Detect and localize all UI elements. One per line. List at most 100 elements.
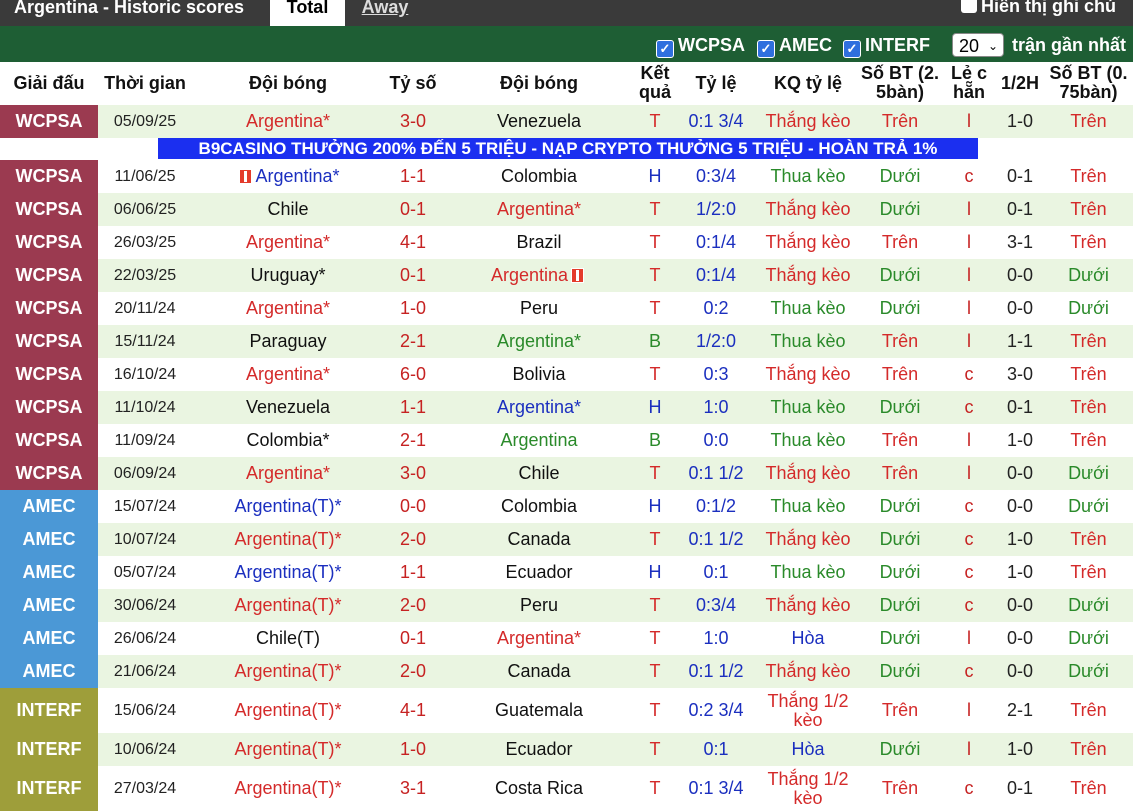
away-team[interactable]: Peru bbox=[442, 589, 636, 622]
show-note-checkbox[interactable] bbox=[961, 0, 977, 13]
away-team[interactable]: Argentina* bbox=[442, 193, 636, 226]
match-count-label: trận gần nhất bbox=[1012, 35, 1127, 55]
away-team[interactable]: Canada bbox=[442, 523, 636, 556]
match-result: T bbox=[649, 529, 661, 549]
away-team[interactable]: Argentina* bbox=[442, 622, 636, 655]
check-icon[interactable]: ✓ bbox=[757, 40, 775, 58]
away-team[interactable]: Guatemala bbox=[442, 688, 636, 733]
match-score[interactable]: 6-0 bbox=[384, 358, 442, 391]
filter-wcpsa[interactable]: ✓ WCPSA bbox=[656, 34, 745, 58]
show-note-toggle[interactable]: Hiển thị ghi chú bbox=[961, 0, 1116, 19]
match-count-select[interactable]: 20 ⌄ bbox=[952, 33, 1004, 57]
away-team[interactable]: Chile bbox=[442, 457, 636, 490]
home-team[interactable]: Argentina(T)* bbox=[192, 655, 384, 688]
away-team[interactable]: Canada bbox=[442, 655, 636, 688]
ad-banner[interactable]: B9CASINO THƯỞNG 200% ĐẾN 5 TRIỆU - NẠP C… bbox=[158, 138, 978, 159]
league-badge[interactable]: INTERF bbox=[0, 688, 98, 733]
league-badge[interactable]: WCPSA bbox=[0, 325, 98, 358]
league-badge[interactable]: WCPSA bbox=[0, 259, 98, 292]
home-team[interactable]: Argentina(T)* bbox=[192, 490, 384, 523]
half-time-score: 0-1 bbox=[1006, 397, 1033, 417]
league-badge[interactable]: WCPSA bbox=[0, 424, 98, 457]
match-score[interactable]: 1-1 bbox=[384, 556, 442, 589]
match-score[interactable]: 2-0 bbox=[384, 523, 442, 556]
half-time-score: 3-1 bbox=[1006, 232, 1033, 252]
away-team[interactable]: Peru bbox=[442, 292, 636, 325]
match-score[interactable]: 2-1 bbox=[384, 424, 442, 457]
league-badge[interactable]: AMEC bbox=[0, 589, 98, 622]
away-team[interactable]: Brazil bbox=[442, 226, 636, 259]
league-badge[interactable]: WCPSA bbox=[0, 358, 98, 391]
match-score[interactable]: 0-1 bbox=[384, 193, 442, 226]
away-team[interactable]: Venezuela bbox=[442, 105, 636, 138]
match-score[interactable]: 1-0 bbox=[384, 292, 442, 325]
filter-amec[interactable]: ✓ AMEC bbox=[757, 34, 832, 58]
away-team[interactable]: Argentina bbox=[442, 259, 636, 292]
home-team[interactable]: Argentina* bbox=[192, 226, 384, 259]
league-badge[interactable]: WCPSA bbox=[0, 160, 98, 193]
league-badge[interactable]: WCPSA bbox=[0, 226, 98, 259]
match-score[interactable]: 2-0 bbox=[384, 655, 442, 688]
home-team[interactable]: Argentina* bbox=[192, 292, 384, 325]
handicap: 0:1 1/2 bbox=[688, 463, 744, 483]
away-team[interactable]: Colombia bbox=[442, 160, 636, 193]
away-team[interactable]: Bolivia bbox=[442, 358, 636, 391]
league-badge[interactable]: AMEC bbox=[0, 655, 98, 688]
league-badge[interactable]: AMEC bbox=[0, 490, 98, 523]
match-score[interactable]: 3-1 bbox=[384, 766, 442, 811]
check-icon[interactable]: ✓ bbox=[843, 40, 861, 58]
home-team[interactable]: Colombia* bbox=[192, 424, 384, 457]
home-team[interactable]: Argentina(T)* bbox=[192, 523, 384, 556]
match-score[interactable]: 0-1 bbox=[384, 259, 442, 292]
league-badge[interactable]: INTERF bbox=[0, 766, 98, 811]
match-score[interactable]: 2-0 bbox=[384, 589, 442, 622]
league-badge[interactable]: WCPSA bbox=[0, 292, 98, 325]
home-team[interactable]: Paraguay bbox=[192, 325, 384, 358]
league-badge[interactable]: AMEC bbox=[0, 556, 98, 589]
match-score[interactable]: 2-1 bbox=[384, 325, 442, 358]
table-row: INTERF 27/03/24 Argentina(T)* 3-1 Costa Rica… bbox=[0, 766, 1133, 811]
away-team[interactable]: Argentina* bbox=[442, 325, 636, 358]
league-badge[interactable]: WCPSA bbox=[0, 391, 98, 424]
match-score[interactable]: 4-1 bbox=[384, 226, 442, 259]
away-team[interactable]: Ecuador bbox=[442, 556, 636, 589]
home-team[interactable]: Chile(T) bbox=[192, 622, 384, 655]
handicap-result: Thua kèo bbox=[770, 496, 846, 516]
home-team-name: Argentina(T)* bbox=[234, 562, 342, 582]
home-team[interactable]: Argentina* bbox=[192, 358, 384, 391]
home-team[interactable]: Argentina(T)* bbox=[192, 556, 384, 589]
home-team[interactable]: Argentina(T)* bbox=[192, 733, 384, 766]
home-team[interactable]: Argentina(T)* bbox=[192, 766, 384, 811]
home-team[interactable]: Chile bbox=[192, 193, 384, 226]
match-score[interactable]: 0-0 bbox=[384, 490, 442, 523]
match-score[interactable]: 0-1 bbox=[384, 622, 442, 655]
match-score[interactable]: 1-1 bbox=[384, 391, 442, 424]
home-team[interactable]: Argentina(T)* bbox=[192, 688, 384, 733]
home-team[interactable]: Venezuela bbox=[192, 391, 384, 424]
away-team[interactable]: Argentina bbox=[442, 424, 636, 457]
tab-away[interactable]: Away bbox=[345, 0, 425, 26]
away-team[interactable]: Colombia bbox=[442, 490, 636, 523]
match-score[interactable]: 3-0 bbox=[384, 105, 442, 138]
home-team[interactable]: Argentina(T)* bbox=[192, 589, 384, 622]
league-badge[interactable]: INTERF bbox=[0, 733, 98, 766]
match-score[interactable]: 4-1 bbox=[384, 688, 442, 733]
match-score[interactable]: 3-0 bbox=[384, 457, 442, 490]
match-score[interactable]: 1-0 bbox=[384, 733, 442, 766]
match-score[interactable]: 1-1 bbox=[384, 160, 442, 193]
home-team[interactable]: Argentina* bbox=[192, 457, 384, 490]
away-team[interactable]: Ecuador bbox=[442, 733, 636, 766]
league-badge[interactable]: WCPSA bbox=[0, 457, 98, 490]
league-badge[interactable]: AMEC bbox=[0, 523, 98, 556]
check-icon[interactable]: ✓ bbox=[656, 40, 674, 58]
home-team[interactable]: Argentina* bbox=[192, 105, 384, 138]
away-team[interactable]: Argentina* bbox=[442, 391, 636, 424]
home-team[interactable]: Uruguay* bbox=[192, 259, 384, 292]
away-team[interactable]: Costa Rica bbox=[442, 766, 636, 811]
home-team[interactable]: Argentina* bbox=[192, 160, 384, 193]
league-badge[interactable]: WCPSA bbox=[0, 193, 98, 226]
league-badge[interactable]: AMEC bbox=[0, 622, 98, 655]
filter-interf[interactable]: ✓ INTERF bbox=[843, 34, 930, 58]
tab-total[interactable]: Total bbox=[270, 0, 345, 26]
league-badge[interactable]: WCPSA bbox=[0, 105, 98, 138]
